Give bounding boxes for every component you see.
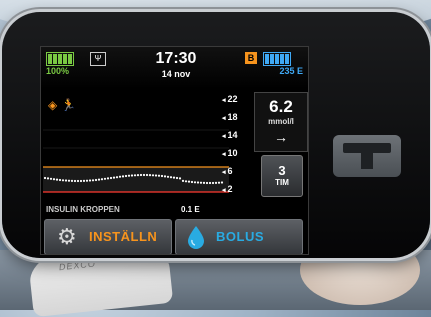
antenna-icon: Ψ (90, 52, 106, 66)
glucose-point (115, 176, 119, 179)
y-axis-labels: 22 18 14 10 6 2 (222, 94, 250, 204)
glucose-point (187, 180, 191, 183)
insulin-on-board: INSULIN KROPPEN 0.1 E (41, 204, 308, 216)
glucose-point (118, 175, 122, 178)
glucose-point (100, 178, 104, 181)
glucose-point (61, 179, 65, 182)
glucose-point (85, 179, 89, 182)
status-bar: 100% Ψ 17:30 14 nov B 235 E (41, 47, 308, 89)
glucose-point (166, 175, 170, 178)
insulin-drop-icon (188, 226, 204, 249)
glucose-point (91, 179, 95, 182)
glucose-point (190, 180, 194, 184)
insulin-reservoir-icon (263, 52, 291, 66)
glucose-point (199, 181, 203, 184)
glucose-point (49, 177, 53, 180)
y-tick: 22 (222, 94, 237, 104)
glucose-point (67, 179, 71, 182)
trend-arrow-icon: → (274, 129, 288, 145)
insulin-pump-device: 100% Ψ 17:30 14 nov B 235 E ◈ � (2, 12, 430, 258)
glucose-point (88, 179, 92, 182)
glucose-point (160, 174, 164, 178)
glucose-point (124, 174, 128, 178)
iob-value: 0.1 E (181, 205, 200, 214)
glucose-point (136, 174, 140, 177)
glucose-readout: 6.2 mmol/l → (254, 92, 308, 152)
y-tick: 10 (222, 148, 237, 158)
glucose-point (217, 181, 221, 184)
options-button[interactable]: ⚙ INSTÄLLN (44, 219, 172, 254)
glucose-point (94, 178, 98, 182)
meal-diamond-icon: ◈ (48, 98, 58, 112)
glucose-point (127, 174, 131, 177)
battery-percent: 100% (46, 66, 70, 76)
glucose-unit: mmol/l (268, 117, 294, 126)
y-tick: 2 (222, 184, 232, 194)
glucose-point (133, 174, 137, 177)
event-icons: ◈ 🏃 (48, 98, 76, 112)
insulin-units-remaining: 235 E (279, 66, 303, 76)
target-range-band (43, 167, 229, 192)
cgm-graph[interactable]: ◈ 🏃 (43, 94, 229, 203)
glucose-point (46, 177, 50, 180)
glucose-point (205, 181, 209, 185)
y-tick: 14 (222, 130, 237, 140)
graph-hours-unit: TIM (275, 178, 289, 187)
bolus-label: BOLUS (216, 229, 264, 244)
glucose-point (58, 178, 62, 182)
glucose-point (82, 179, 86, 182)
glucose-point (151, 174, 155, 177)
screen-on-button[interactable] (333, 135, 401, 177)
glucose-point (64, 179, 68, 182)
glucose-point (52, 178, 56, 181)
glucose-point (181, 179, 185, 182)
clock-time: 17:30 (155, 50, 197, 67)
glucose-point (73, 179, 77, 183)
glucose-point (172, 176, 176, 179)
graph-hours-button[interactable]: 3 TIM (261, 155, 303, 197)
glucose-point (139, 173, 143, 177)
pump-screen: 100% Ψ 17:30 14 nov B 235 E ◈ � (40, 46, 309, 255)
glucose-point (157, 174, 161, 177)
glucose-point (211, 181, 215, 185)
glucose-point (208, 181, 212, 185)
y-tick: 6 (222, 166, 232, 176)
bolus-button[interactable]: BOLUS (175, 219, 303, 254)
glucose-point (76, 179, 80, 183)
graph-hours-value: 3 (278, 163, 286, 178)
glucose-point (154, 174, 158, 177)
glucose-point (109, 176, 113, 180)
gear-icon: ⚙ (57, 224, 77, 249)
glucose-point (184, 180, 188, 183)
glucose-point (163, 175, 167, 178)
clock-date: 14 nov (161, 69, 191, 79)
exercise-runner-icon: 🏃 (61, 98, 77, 112)
glucose-point (43, 176, 47, 180)
glucose-point (169, 176, 173, 179)
glucose-point (148, 174, 152, 177)
bolus-badge: B (245, 52, 257, 64)
glucose-point (103, 177, 107, 180)
glucose-point (55, 178, 59, 181)
glucose-point (70, 179, 74, 182)
y-tick: 18 (222, 112, 237, 122)
glucose-point (214, 181, 218, 184)
glucose-point (193, 181, 197, 184)
glucose-point (121, 175, 125, 178)
glucose-point (106, 177, 110, 180)
glucose-point (202, 181, 206, 184)
glucose-point (175, 176, 179, 180)
glucose-point (112, 176, 116, 179)
glucose-point (196, 181, 200, 184)
iob-label: INSULIN KROPPEN (46, 205, 120, 214)
glucose-value: 6.2 (269, 97, 293, 116)
glucose-point (178, 177, 182, 180)
glucose-point (142, 173, 146, 177)
glucose-point (97, 178, 101, 181)
glucose-point (145, 173, 149, 177)
battery-icon (46, 52, 74, 66)
options-label: INSTÄLLN (89, 229, 158, 244)
glucose-point (79, 179, 83, 183)
glucose-point (130, 174, 134, 177)
